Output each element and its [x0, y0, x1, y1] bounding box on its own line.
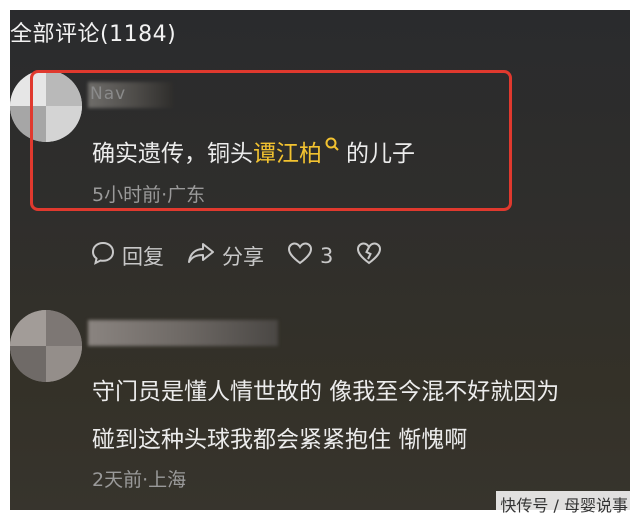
comment-meta: 2天前·上海 — [92, 469, 187, 491]
comment-panel: 全部评论(1184) Nav 确实遗传，铜头谭江柏 的儿子 5小时前·广东 回复 … — [10, 10, 630, 510]
share-button[interactable]: 分享 — [186, 240, 264, 271]
comment-bubble-icon — [90, 240, 122, 271]
reply-label: 回复 — [122, 244, 164, 269]
broken-heart-icon — [355, 240, 389, 271]
comments-header: 全部评论(1184) — [10, 22, 177, 47]
highlight-box — [30, 70, 512, 211]
like-button[interactable]: 3 — [286, 240, 333, 271]
share-arrow-icon — [186, 240, 222, 271]
share-label: 分享 — [222, 244, 264, 269]
comment-text-line-2: 碰到这种头球我都会紧紧抱住 惭愧啊 — [92, 427, 468, 453]
reply-button[interactable]: 回复 — [90, 240, 164, 271]
avatar[interactable] — [10, 310, 82, 382]
like-count: 3 — [320, 243, 334, 268]
username-blur — [88, 320, 278, 346]
comment-actions: 回复 分享 3 — [90, 240, 411, 271]
heart-icon — [286, 240, 320, 271]
watermark: 快传号 / 母婴说事 — [496, 491, 632, 517]
dislike-button[interactable] — [355, 240, 389, 271]
comment-text-line-1: 守门员是懂人情世故的 像我至今混不好就因为 — [92, 379, 560, 405]
